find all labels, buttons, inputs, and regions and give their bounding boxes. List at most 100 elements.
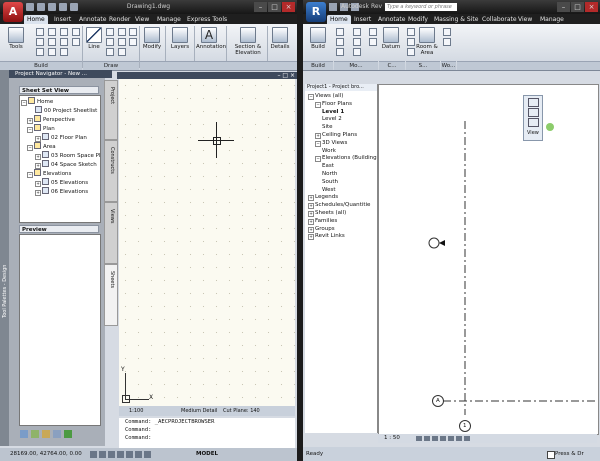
tree-item-sheet[interactable]: +04 Space Sketch (35, 160, 97, 169)
preview-header[interactable]: Preview (19, 225, 99, 233)
expand-icon[interactable]: − (315, 140, 321, 147)
osnap-icon[interactable] (126, 451, 133, 458)
expand-icon[interactable]: + (308, 211, 314, 217)
arc-icon[interactable] (106, 48, 114, 56)
expand-icon[interactable]: + (308, 203, 314, 210)
grid-icon[interactable] (60, 48, 68, 56)
tab-project[interactable]: Project (104, 80, 118, 140)
browser-tree-item[interactable]: + Revit Links (308, 233, 345, 241)
project-browser-title[interactable]: Project1 - Project bro... (305, 84, 377, 91)
view-scale[interactable]: 1 : 50 (384, 434, 400, 443)
tab-manage[interactable]: Manage (154, 15, 184, 24)
shadows-icon[interactable] (440, 436, 446, 441)
tree-item-sheet[interactable]: 00 Project Sheetlist (35, 106, 97, 114)
crop-icon[interactable] (448, 436, 454, 441)
tab-modify[interactable]: Modify (405, 15, 431, 24)
wall-icon[interactable] (36, 28, 44, 36)
spline-icon[interactable] (118, 48, 126, 56)
expand-icon[interactable]: + (308, 226, 314, 233)
minimize-button[interactable]: – (254, 2, 267, 12)
collapse-icon[interactable]: − (27, 172, 33, 178)
show-crop-icon[interactable] (456, 436, 462, 441)
component-icon[interactable] (336, 48, 344, 56)
tab-view[interactable]: View (132, 15, 152, 24)
circle-icon[interactable] (106, 38, 114, 46)
browser-tree-item[interactable]: + Sheets (all) (308, 210, 346, 217)
hide-isolate-icon[interactable] (464, 436, 470, 441)
expand-icon[interactable]: + (308, 218, 314, 225)
undo-icon[interactable] (59, 3, 67, 11)
publish-icon[interactable] (42, 430, 50, 438)
ellipse-icon[interactable] (129, 28, 137, 36)
maximize-button[interactable]: □ (571, 2, 584, 12)
browser-tree-item[interactable]: − Views (all) (308, 93, 343, 100)
search-input[interactable]: Type a keyword or phrase (385, 3, 457, 11)
tab-sheets[interactable]: Sheets (104, 264, 118, 326)
polyline-icon[interactable] (106, 28, 114, 36)
sun-path-icon[interactable] (432, 436, 438, 441)
detail-level[interactable]: Medium Detail (181, 406, 217, 416)
slab-icon[interactable] (48, 48, 56, 56)
tab-annotate[interactable]: Annotate (76, 15, 109, 24)
build-button[interactable]: Build (307, 27, 329, 50)
ref-plane-icon[interactable] (443, 38, 451, 46)
press-drag-checkbox[interactable] (547, 451, 555, 459)
application-menu-button[interactable]: A (3, 2, 23, 22)
close-button[interactable]: × (585, 2, 598, 12)
expand-icon[interactable]: + (308, 234, 314, 241)
polar-icon[interactable] (117, 451, 124, 458)
collapse-icon[interactable]: − (27, 145, 33, 151)
lineweight-icon[interactable] (144, 451, 151, 458)
hatch-icon[interactable] (118, 38, 126, 46)
browser-tree-item[interactable]: West (322, 187, 336, 194)
door-icon[interactable] (36, 38, 44, 46)
steering-wheel-icon[interactable] (528, 98, 539, 107)
ceiling-icon[interactable] (407, 38, 415, 46)
browser-tree-item[interactable]: + Groups (308, 226, 335, 233)
refresh-icon[interactable] (20, 430, 28, 438)
browser-tree-item[interactable]: South (322, 179, 338, 186)
sheet-set-view-header[interactable]: Sheet Set View (19, 86, 99, 94)
etransmit-icon[interactable] (53, 430, 61, 438)
tab-collaborate[interactable]: Collaborate (479, 15, 520, 24)
tab-express-tools[interactable]: Express Tools (184, 15, 230, 24)
tree-item-sheet[interactable]: +02 Floor Plan (35, 133, 87, 142)
space-icon[interactable] (60, 28, 68, 36)
window-icon[interactable] (336, 38, 344, 46)
browser-tree-item[interactable]: Level 1 (322, 109, 344, 116)
railing-icon[interactable] (72, 28, 80, 36)
tab-massing-site[interactable]: Massing & Site (431, 15, 481, 24)
copy-icon[interactable] (353, 38, 361, 46)
revit-drawing-area[interactable]: A 1 (378, 84, 599, 435)
tools-button[interactable]: Tools (5, 27, 27, 50)
workplane-icon[interactable] (443, 28, 451, 36)
window-icon[interactable] (36, 48, 44, 56)
expand-icon[interactable]: − (308, 94, 314, 100)
tab-manage[interactable]: Manage (537, 15, 567, 24)
elevation-marker[interactable] (428, 237, 440, 249)
tab-constructs[interactable]: Constructs (104, 140, 118, 202)
tree-item-subset[interactable]: + Perspective (27, 115, 75, 124)
archive-icon[interactable] (64, 430, 72, 438)
point-icon[interactable] (129, 38, 137, 46)
redo-icon[interactable] (70, 3, 78, 11)
annotation-button[interactable]: A Annotation (196, 27, 226, 50)
tree-item-sheet[interactable]: +05 Elevations (35, 178, 88, 187)
browser-tree-item[interactable]: + Schedules/Quantitie (308, 202, 370, 210)
open-icon[interactable] (329, 3, 337, 11)
scale-label[interactable]: 1:100 (129, 406, 143, 416)
tree-item-home[interactable]: − Home (21, 97, 53, 106)
browser-tree-item[interactable]: East (322, 163, 334, 170)
datum-button[interactable]: Datum (379, 27, 403, 50)
zoom-icon[interactable] (528, 108, 539, 117)
save-icon[interactable] (48, 3, 56, 11)
rotate-icon[interactable] (353, 48, 361, 56)
browser-tree-item[interactable]: North (322, 171, 337, 178)
rectangle-icon[interactable] (118, 28, 126, 36)
ortho-icon[interactable] (108, 451, 115, 458)
browser-tree-item[interactable]: + Legends (308, 194, 338, 202)
new-icon[interactable] (26, 3, 34, 11)
detail-level-icon[interactable] (416, 436, 422, 441)
line-button[interactable]: Line (84, 27, 104, 50)
door-icon[interactable] (336, 28, 344, 36)
